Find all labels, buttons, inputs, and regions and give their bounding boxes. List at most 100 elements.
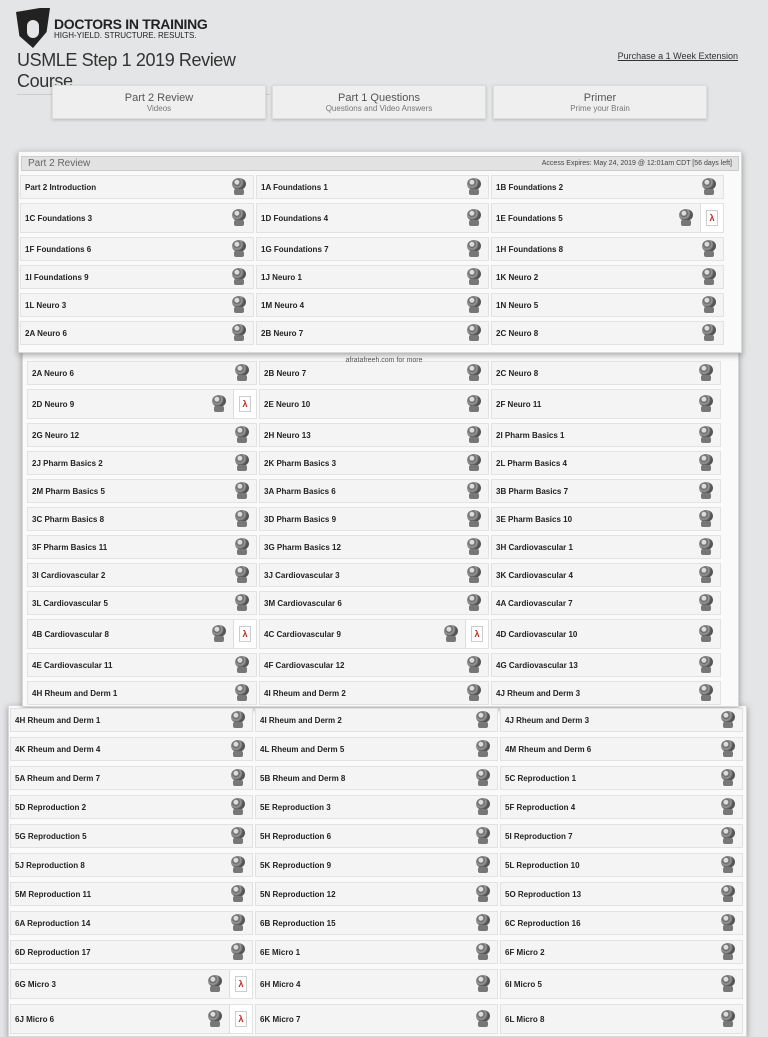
lecture-item[interactable]: 6J Micro 6 λ [10, 1004, 253, 1034]
lecture-item[interactable]: 2A Neuro 6 [27, 361, 257, 385]
lecture-item[interactable]: 1L Neuro 3 [20, 293, 254, 317]
video-reel-icon[interactable] [466, 209, 482, 227]
video-reel-icon[interactable] [466, 296, 482, 314]
video-reel-icon[interactable] [466, 426, 482, 444]
lecture-item[interactable]: 2D Neuro 9 λ [27, 389, 257, 419]
video-reel-icon[interactable] [234, 510, 250, 528]
video-reel-icon[interactable] [234, 594, 250, 612]
lecture-item[interactable]: 1I Foundations 9 [20, 265, 254, 289]
lecture-item[interactable]: 3I Cardiovascular 2 [27, 563, 257, 587]
lecture-item[interactable]: 4G Cardiovascular 13 [491, 653, 721, 677]
video-reel-icon[interactable] [698, 482, 714, 500]
lecture-item[interactable]: 4D Cardiovascular 10 [491, 619, 721, 649]
video-reel-icon[interactable] [698, 594, 714, 612]
video-reel-icon[interactable] [234, 364, 250, 382]
video-reel-icon[interactable] [466, 566, 482, 584]
video-reel-icon[interactable] [230, 711, 246, 729]
video-reel-icon[interactable] [720, 711, 736, 729]
lecture-item[interactable]: 2B Neuro 7 [256, 321, 489, 345]
video-reel-icon[interactable] [475, 943, 491, 961]
video-reel-icon[interactable] [211, 395, 227, 413]
lecture-item[interactable]: 5I Reproduction 7 [500, 824, 743, 848]
video-reel-icon[interactable] [475, 740, 491, 758]
lecture-item[interactable]: 5K Reproduction 9 [255, 853, 498, 877]
lecture-item[interactable]: 4B Cardiovascular 8 λ [27, 619, 257, 649]
lecture-item[interactable]: 6F Micro 2 [500, 940, 743, 964]
lecture-item[interactable]: 5F Reproduction 4 [500, 795, 743, 819]
lecture-item[interactable]: 6C Reproduction 16 [500, 911, 743, 935]
lecture-item[interactable]: 4L Rheum and Derm 5 [255, 737, 498, 761]
video-reel-icon[interactable] [475, 798, 491, 816]
lecture-item[interactable]: 5L Reproduction 10 [500, 853, 743, 877]
video-reel-icon[interactable] [207, 975, 223, 993]
lecture-item[interactable]: 5E Reproduction 3 [255, 795, 498, 819]
video-reel-icon[interactable] [466, 454, 482, 472]
video-reel-icon[interactable] [466, 684, 482, 702]
lecture-item[interactable]: 2G Neuro 12 [27, 423, 257, 447]
video-reel-icon[interactable] [698, 510, 714, 528]
video-reel-icon[interactable] [720, 914, 736, 932]
video-reel-icon[interactable] [466, 268, 482, 286]
lecture-item[interactable]: 3L Cardiovascular 5 [27, 591, 257, 615]
lecture-item[interactable]: 4J Rheum and Derm 3 [491, 681, 721, 705]
video-reel-icon[interactable] [475, 856, 491, 874]
video-reel-icon[interactable] [475, 885, 491, 903]
video-reel-icon[interactable] [466, 178, 482, 196]
video-reel-icon[interactable] [211, 625, 227, 643]
tab-part-1-questions[interactable]: Part 1 Questions Questions and Video Ans… [272, 85, 486, 119]
video-reel-icon[interactable] [720, 798, 736, 816]
video-reel-icon[interactable] [230, 827, 246, 845]
lecture-item[interactable]: 1M Neuro 4 [256, 293, 489, 317]
video-reel-icon[interactable] [698, 566, 714, 584]
lecture-item[interactable]: 2B Neuro 7 [259, 361, 489, 385]
video-reel-icon[interactable] [234, 656, 250, 674]
video-reel-icon[interactable] [466, 395, 482, 413]
lecture-item[interactable]: 1K Neuro 2 [491, 265, 724, 289]
lecture-item[interactable]: 5A Rheum and Derm 7 [10, 766, 253, 790]
lecture-item[interactable]: 3G Pharm Basics 12 [259, 535, 489, 559]
video-reel-icon[interactable] [698, 656, 714, 674]
lecture-item[interactable]: 2L Pharm Basics 4 [491, 451, 721, 475]
video-reel-icon[interactable] [466, 656, 482, 674]
lecture-item[interactable]: 1A Foundations 1 [256, 175, 489, 199]
lecture-item[interactable]: 4H Rheum and Derm 1 [27, 681, 257, 705]
purchase-extension-link[interactable]: Purchase a 1 Week Extension [618, 51, 738, 61]
lecture-item[interactable]: 6A Reproduction 14 [10, 911, 253, 935]
video-reel-icon[interactable] [230, 798, 246, 816]
video-reel-icon[interactable] [466, 510, 482, 528]
video-reel-icon[interactable] [720, 975, 736, 993]
video-reel-icon[interactable] [207, 1010, 223, 1028]
video-reel-icon[interactable] [230, 885, 246, 903]
lecture-item[interactable]: 5N Reproduction 12 [255, 882, 498, 906]
lecture-item[interactable]: 2J Pharm Basics 2 [27, 451, 257, 475]
video-reel-icon[interactable] [701, 240, 717, 258]
tab-part-2-review[interactable]: Part 2 Review Videos [52, 85, 266, 119]
video-reel-icon[interactable] [698, 538, 714, 556]
lecture-item[interactable]: 5H Reproduction 6 [255, 824, 498, 848]
lecture-item[interactable]: 1E Foundations 5 λ [491, 203, 724, 233]
lecture-item[interactable]: 2C Neuro 8 [491, 321, 724, 345]
video-reel-icon[interactable] [230, 856, 246, 874]
lecture-item[interactable]: 5D Reproduction 2 [10, 795, 253, 819]
lecture-item[interactable]: 3J Cardiovascular 3 [259, 563, 489, 587]
video-reel-icon[interactable] [698, 364, 714, 382]
video-reel-icon[interactable] [466, 594, 482, 612]
video-reel-icon[interactable] [475, 711, 491, 729]
lecture-item[interactable]: 4E Cardiovascular 11 [27, 653, 257, 677]
lecture-item[interactable]: 6I Micro 5 [500, 969, 743, 999]
video-reel-icon[interactable] [231, 209, 247, 227]
tab-primer[interactable]: Primer Prime your Brain [493, 85, 707, 119]
lecture-item[interactable]: 5O Reproduction 13 [500, 882, 743, 906]
video-reel-icon[interactable] [475, 1010, 491, 1028]
video-reel-icon[interactable] [678, 209, 694, 227]
video-reel-icon[interactable] [230, 943, 246, 961]
lecture-item[interactable]: 5B Rheum and Derm 8 [255, 766, 498, 790]
video-reel-icon[interactable] [720, 885, 736, 903]
video-reel-icon[interactable] [475, 769, 491, 787]
lecture-item[interactable]: 2A Neuro 6 [20, 321, 254, 345]
video-reel-icon[interactable] [230, 740, 246, 758]
video-reel-icon[interactable] [698, 454, 714, 472]
lecture-item[interactable]: 4I Rheum and Derm 2 [259, 681, 489, 705]
lecture-item[interactable]: 6L Micro 8 [500, 1004, 743, 1034]
pdf-icon[interactable]: λ [229, 970, 252, 998]
